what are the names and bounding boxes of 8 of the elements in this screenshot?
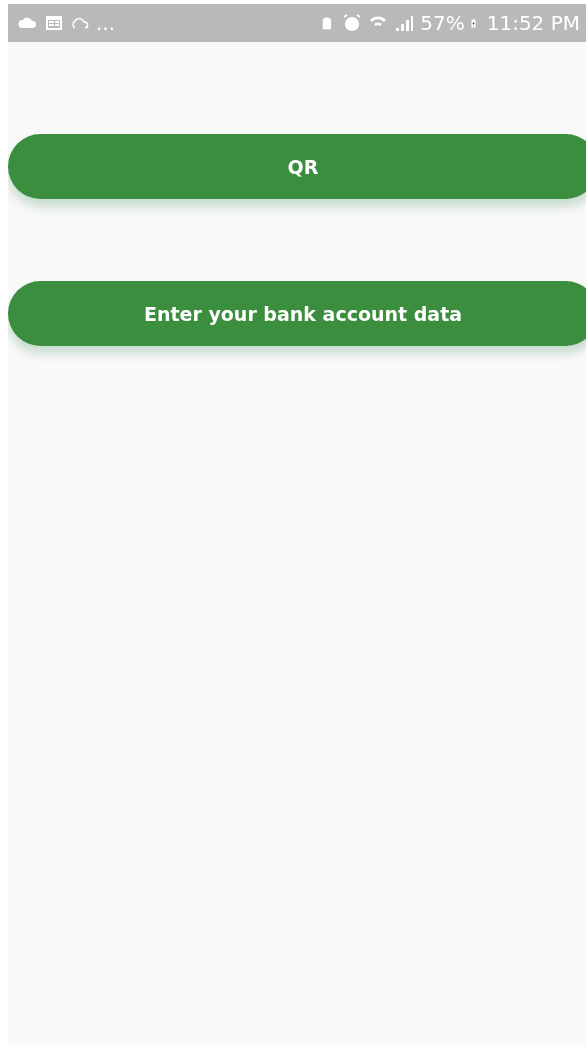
alarm-clock-icon bbox=[342, 13, 363, 33]
overflow-dots: ... bbox=[96, 11, 116, 35]
calendar-icon bbox=[44, 13, 64, 33]
action-button[interactable]: QR bbox=[8, 134, 586, 199]
clock-time: 11:52 PM bbox=[486, 11, 580, 35]
battery-percentage: 57% bbox=[420, 11, 465, 35]
action-button[interactable]: Enter your bank account data bbox=[8, 281, 586, 346]
signal-icon bbox=[394, 13, 415, 33]
